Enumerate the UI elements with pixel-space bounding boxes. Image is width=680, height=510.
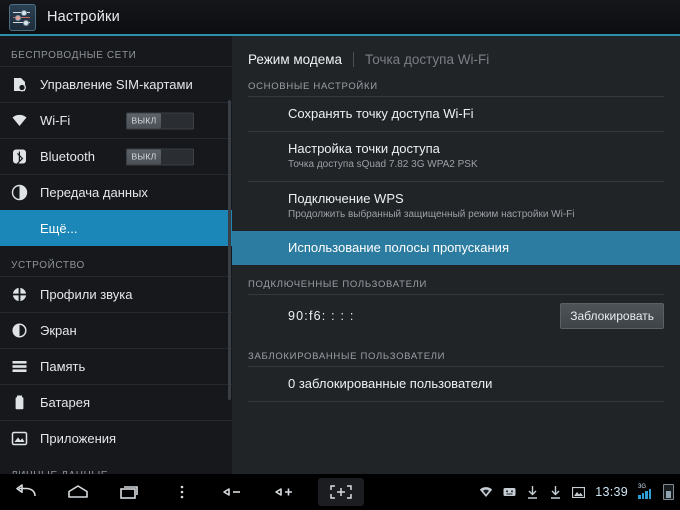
wifi-toggle[interactable]: ВЫКЛ bbox=[126, 112, 194, 129]
sidebar-item-battery[interactable]: Батарея bbox=[0, 384, 232, 420]
content-item-bandwidth-usage[interactable]: Использование полосы пропускания bbox=[232, 231, 680, 265]
android-settings-screen: Настройки БЕСПРОВОДНЫЕ СЕТИ Управление S… bbox=[0, 0, 680, 510]
sidebar-item-apps[interactable]: Приложения bbox=[0, 420, 232, 456]
wifi-toggle-label: ВЫКЛ bbox=[131, 115, 157, 126]
bluetooth-toggle[interactable]: ВЫКЛ bbox=[126, 148, 194, 165]
usb-debug-icon bbox=[502, 485, 516, 499]
storage-icon bbox=[11, 358, 28, 375]
content-item-wps[interactable]: Подключение WPS Продолжить выбранный защ… bbox=[232, 182, 680, 231]
main-layout: БЕСПРОВОДНЫЕ СЕТИ Управление SIM-картами… bbox=[0, 36, 680, 474]
sidebar-scrollbar[interactable] bbox=[228, 100, 231, 400]
item-subtitle: Продолжить выбранный защищенный режим на… bbox=[288, 209, 575, 220]
sim-card-icon bbox=[11, 76, 28, 93]
display-icon bbox=[11, 322, 28, 339]
network-type-label: 3G bbox=[638, 484, 647, 490]
screenshot-icon[interactable] bbox=[318, 478, 364, 506]
divider bbox=[248, 401, 664, 402]
item-title: Использование полосы пропускания bbox=[288, 240, 509, 255]
breadcrumb: Режим модема Точка доступа Wi-Fi bbox=[232, 36, 680, 67]
sidebar-item-label: Память bbox=[40, 359, 86, 374]
data-usage-icon bbox=[11, 184, 28, 201]
download-icon bbox=[548, 485, 562, 499]
sidebar-item-sim-management[interactable]: Управление SIM-картами bbox=[0, 66, 232, 102]
download-icon bbox=[525, 485, 539, 499]
sidebar-section-header-device: УСТРОЙСТВО bbox=[11, 260, 85, 271]
back-icon[interactable] bbox=[0, 474, 52, 510]
connected-user-row[interactable]: 90:f6: : : : Заблокировать bbox=[232, 295, 680, 337]
block-user-button[interactable]: Заблокировать bbox=[560, 303, 664, 329]
content-section-header-main: ОСНОВНЫЕ НАСТРОЙКИ bbox=[248, 81, 378, 92]
wifi-icon bbox=[11, 112, 28, 129]
sidebar-item-display[interactable]: Экран bbox=[0, 312, 232, 348]
settings-sliders-icon bbox=[9, 3, 36, 31]
signal-strength-icon: 3G bbox=[638, 484, 654, 499]
sidebar-item-sound-profiles[interactable]: Профили звука bbox=[0, 276, 232, 312]
sidebar-item-bluetooth[interactable]: Bluetooth ВЫКЛ bbox=[0, 138, 232, 174]
battery-status-icon bbox=[663, 484, 674, 500]
content-item-hotspot-config[interactable]: Настройка точки доступа Точка доступа sQ… bbox=[232, 132, 680, 181]
item-subtitle: Точка доступа sQuad 7.82 3G WPA2 PSK bbox=[288, 159, 478, 170]
app-title: Настройки bbox=[47, 9, 120, 25]
sidebar-item-storage[interactable]: Память bbox=[0, 348, 232, 384]
sidebar-item-label: Bluetooth bbox=[40, 149, 95, 164]
sidebar-item-label: Экран bbox=[40, 323, 77, 338]
bluetooth-icon bbox=[11, 148, 28, 165]
item-title: Подключение WPS bbox=[288, 191, 404, 206]
sidebar-item-wifi[interactable]: Wi-Fi ВЫКЛ bbox=[0, 102, 232, 138]
content-panel: Режим модема Точка доступа Wi-Fi ОСНОВНЫ… bbox=[232, 36, 680, 474]
wifi-hotspot-icon bbox=[479, 485, 493, 499]
system-navigation-bar: 13:39 3G bbox=[0, 474, 680, 510]
sidebar-item-label: Wi-Fi bbox=[40, 113, 71, 128]
sidebar-item-label: Передача данных bbox=[40, 185, 148, 200]
item-title: 0 заблокированные пользователи bbox=[288, 376, 493, 391]
status-bar-icons: 13:39 3G bbox=[479, 474, 674, 510]
recents-icon[interactable] bbox=[104, 474, 156, 510]
menu-overflow-icon[interactable] bbox=[156, 474, 208, 510]
sound-profile-icon bbox=[11, 286, 28, 303]
content-item-keep-hotspot[interactable]: Сохранять точку доступа Wi-Fi bbox=[232, 97, 680, 131]
sidebar-item-label: Батарея bbox=[40, 395, 91, 410]
item-title: Сохранять точку доступа Wi-Fi bbox=[288, 106, 474, 121]
settings-sidebar[interactable]: БЕСПРОВОДНЫЕ СЕТИ Управление SIM-картами… bbox=[0, 36, 232, 474]
item-title: Настройка точки доступа bbox=[288, 141, 440, 156]
content-section-header-connected-users: ПОДКЛЮЧЕННЫЕ ПОЛЬЗОВАТЕЛИ bbox=[248, 279, 428, 290]
content-section-header-blocked-users: ЗАБЛОКИРОВАННЫЕ ПОЛЬЗОВАТЕЛИ bbox=[248, 351, 446, 362]
user-mac-address: 90:f6: : : : bbox=[288, 309, 355, 323]
bluetooth-toggle-label: ВЫКЛ bbox=[131, 151, 157, 162]
breadcrumb-active[interactable]: Режим модема bbox=[248, 52, 342, 67]
breadcrumb-separator bbox=[353, 52, 355, 67]
sidebar-item-label: Ещё... bbox=[40, 221, 78, 236]
volume-up-icon[interactable] bbox=[260, 474, 312, 510]
screenshot-saved-icon bbox=[571, 485, 585, 499]
status-clock: 13:39 bbox=[595, 485, 628, 499]
sidebar-section-header-wireless: БЕСПРОВОДНЫЕ СЕТИ bbox=[11, 50, 137, 61]
content-item-blocked-users-count[interactable]: 0 заблокированные пользователи bbox=[232, 367, 680, 401]
apps-icon bbox=[11, 430, 28, 447]
sidebar-item-data-usage[interactable]: Передача данных bbox=[0, 174, 232, 210]
title-bar: Настройки bbox=[0, 0, 680, 34]
sidebar-item-label: Профили звука bbox=[40, 287, 133, 302]
sidebar-item-more[interactable]: Ещё... bbox=[0, 210, 232, 246]
home-icon[interactable] bbox=[52, 474, 104, 510]
volume-down-icon[interactable] bbox=[208, 474, 260, 510]
battery-icon bbox=[11, 394, 28, 411]
sidebar-item-label: Приложения bbox=[40, 431, 117, 446]
breadcrumb-inactive[interactable]: Точка доступа Wi-Fi bbox=[365, 52, 489, 67]
sidebar-section-header-personal: ЛИЧНЫЕ ДАННЫЕ bbox=[0, 456, 232, 474]
sidebar-item-label: Управление SIM-картами bbox=[40, 77, 193, 92]
